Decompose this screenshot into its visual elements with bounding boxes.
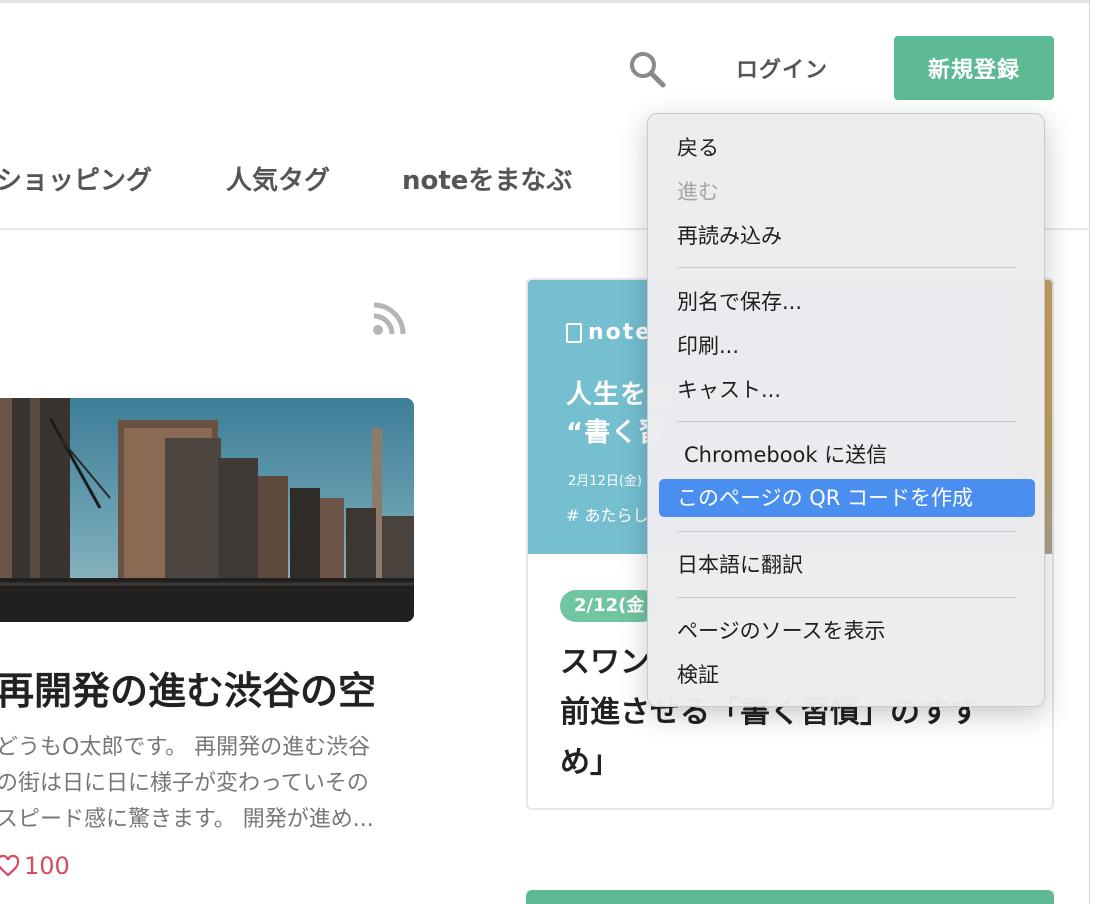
banner-logo-text: note [588,320,653,345]
menu-item-save-as[interactable]: 別名で保存... [677,283,802,321]
article-title[interactable]: 再開発の進む渋谷の空 [0,660,376,715]
menu-item-reload[interactable]: 再読み込み [677,217,782,255]
menu-separator [677,597,1017,598]
banner-date: 2月12日(金) [568,474,642,489]
nav-item-popular-tags[interactable]: 人気タグ [226,160,330,197]
window-edge [1089,0,1090,904]
heart-icon[interactable] [0,854,20,878]
card-title-line: め」 [560,745,620,780]
menu-item-back[interactable]: 戻る [677,129,719,167]
menu-separator [677,531,1017,532]
menu-item-send-to-chromebook[interactable]: Chromebook に送信 [684,436,887,474]
banner-logo: note [566,320,652,345]
page: ログイン 新規登録 ショッピング 人気タグ noteをまなぶ 再開発の進む渋谷の… [0,0,1104,904]
rss-icon[interactable] [372,302,406,336]
menu-item-inspect[interactable]: 検証 [677,656,719,694]
context-menu: 戻る 進む 再読み込み 別名で保存... 印刷... キャスト... Chrom… [647,113,1045,707]
excerpt-line: どうもO太郎です。 再開発の進む渋谷 [0,735,371,760]
menu-separator [677,267,1017,268]
excerpt-line: スピード感に驚きます。 開発が進め... [0,807,374,832]
search-icon[interactable] [626,48,668,90]
article-thumbnail-shibuya-skyline[interactable] [0,398,414,622]
banner-tag: # あたらし [566,506,649,525]
menu-item-forward: 進む [677,180,719,204]
like-row: 100 [0,852,70,880]
login-link[interactable]: ログイン [736,52,828,84]
menu-item-translate[interactable]: 日本語に翻訳 [677,546,803,584]
article-excerpt: どうもO太郎です。 再開発の進む渋谷 の街は日に日に様子が変わっていその スピー… [0,730,416,838]
like-count: 100 [24,852,70,880]
note-logo-icon [566,322,582,343]
menu-item-cast[interactable]: キャスト... [677,371,781,409]
top-border [0,0,1090,3]
nav-item-shopping[interactable]: ショッピング [0,160,152,197]
excerpt-line: の街は日に日に様子が変わっていその [0,771,369,796]
signup-button[interactable]: 新規登録 [894,36,1054,100]
next-card-edge [526,890,1054,904]
menu-item-view-source[interactable]: ページのソースを表示 [677,612,886,650]
nav-item-learn-note[interactable]: noteをまなぶ [402,160,572,197]
menu-item-print[interactable]: 印刷... [677,327,739,365]
date-badge: 2/12(金 [560,590,659,622]
menu-item-create-qr-code[interactable]: このページの QR コードを作成 [659,479,1035,517]
menu-separator [677,421,1017,422]
